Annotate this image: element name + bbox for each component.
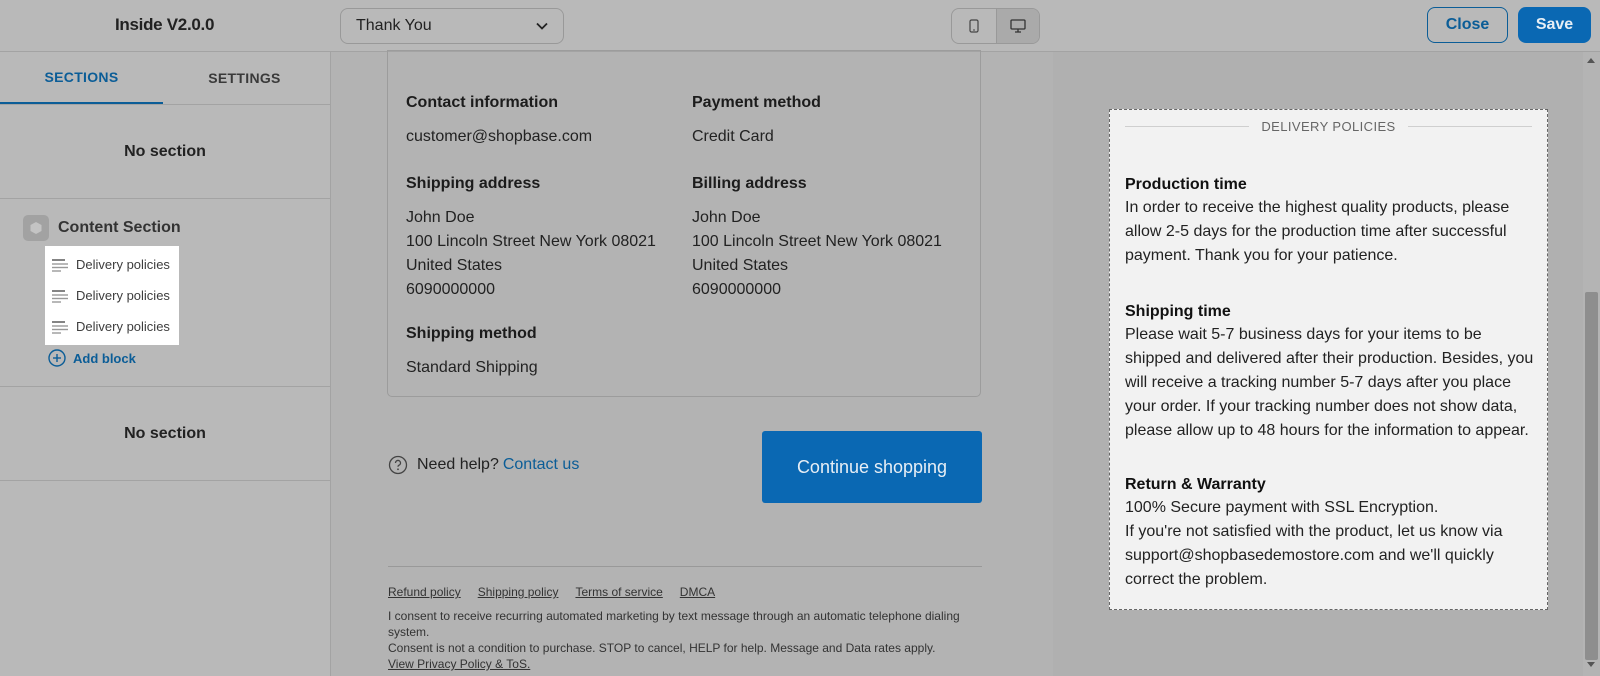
block-item-label: Delivery policies — [76, 257, 170, 272]
privacy-policy-link[interactable]: View Privacy Policy & ToS. — [388, 657, 530, 671]
policy-body: If you're not satisfied with the product… — [1125, 523, 1503, 588]
policy-body: 100% Secure payment with SSL Encryption. — [1125, 499, 1439, 516]
policy-body: In order to receive the highest quality … — [1125, 199, 1510, 264]
divider — [1407, 126, 1532, 127]
production-time-section: Production time In order to receive the … — [1125, 173, 1535, 268]
billing-address-line: United States — [692, 257, 789, 274]
refund-policy-link[interactable]: Refund policy — [388, 585, 461, 599]
no-section-bottom[interactable]: No section — [0, 387, 330, 481]
payment-heading: Payment method — [692, 94, 821, 111]
scroll-down-arrow-icon[interactable] — [1587, 662, 1595, 667]
text-block-icon — [51, 289, 69, 303]
consent-text: I consent to receive recurring automated… — [388, 608, 988, 672]
policy-title: Return & Warranty — [1125, 476, 1266, 493]
consent-line: I consent to receive recurring automated… — [388, 609, 960, 639]
device-toggle — [951, 8, 1040, 44]
policy-heading-text: DELIVERY POLICIES — [1261, 119, 1396, 134]
policy-title: Production time — [1125, 176, 1247, 193]
billing-address: Billing address John Doe 100 Lincoln Str… — [692, 175, 942, 302]
block-item-label: Delivery policies — [76, 288, 170, 303]
close-button[interactable]: Close — [1427, 7, 1508, 43]
delivery-policies-block[interactable]: DELIVERY POLICIES Production time In ord… — [1109, 109, 1548, 610]
tab-sections[interactable]: SECTIONS — [0, 52, 163, 104]
policy-preview-panel: DELIVERY POLICIES Production time In ord… — [1053, 52, 1583, 676]
section-icon — [23, 215, 49, 241]
top-bar: Inside V2.0.0 Thank You Close Save — [0, 0, 1600, 52]
billing-address-line: 6090000000 — [692, 281, 781, 298]
scrollbar-thumb[interactable] — [1585, 292, 1598, 660]
content-section-title: Content Section — [58, 219, 181, 236]
terms-of-service-link[interactable]: Terms of service — [575, 585, 662, 599]
shipping-time-section: Shipping time Please wait 5-7 business d… — [1125, 300, 1535, 443]
desktop-icon — [1010, 19, 1026, 33]
shipping-address-heading: Shipping address — [406, 175, 541, 192]
return-warranty-section: Return & Warranty 100% Secure payment wi… — [1125, 473, 1535, 592]
plus-circle-icon — [48, 349, 66, 367]
order-details-card: Contact information customer@shopbase.co… — [387, 50, 981, 397]
billing-address-line: John Doe — [692, 209, 761, 226]
block-item[interactable]: Delivery policies — [45, 280, 179, 311]
scroll-up-arrow-icon[interactable] — [1587, 58, 1595, 63]
shipping-method-heading: Shipping method — [406, 325, 537, 342]
consent-line: Consent is not a condition to purchase. … — [388, 641, 936, 655]
shipping-address-line: John Doe — [406, 209, 475, 226]
shipping-address-line: 6090000000 — [406, 281, 495, 298]
text-block-icon — [51, 320, 69, 334]
contact-heading: Contact information — [406, 94, 558, 111]
help-icon — [388, 455, 408, 475]
add-block-button[interactable]: Add block — [48, 349, 136, 367]
contact-info: Contact information customer@shopbase.co… — [406, 94, 592, 149]
divider — [1125, 126, 1250, 127]
content-section-header[interactable]: Content Section — [23, 215, 181, 241]
text-block-icon — [51, 258, 69, 272]
block-item[interactable]: Delivery policies — [45, 311, 179, 342]
payment-info: Payment method Credit Card — [692, 94, 821, 149]
contact-value: customer@shopbase.com — [406, 128, 593, 145]
policy-title: Shipping time — [1125, 303, 1231, 320]
content-section: Content Section Delivery policies Delive… — [0, 199, 330, 387]
mobile-icon — [969, 19, 979, 33]
app-title: Inside V2.0.0 — [115, 15, 215, 34]
page-select-value: Thank You — [356, 17, 432, 34]
footer-links: Refund policy Shipping policy Terms of s… — [388, 585, 732, 599]
add-block-label: Add block — [73, 350, 136, 366]
save-button[interactable]: Save — [1518, 7, 1591, 43]
shipping-method: Shipping method Standard Shipping — [406, 325, 538, 380]
chevron-down-icon — [536, 22, 548, 30]
shipping-address-line: 100 Lincoln Street New York 08021 — [406, 233, 656, 250]
shipping-address-line: United States — [406, 257, 503, 274]
sidebar: SECTIONS SETTINGS No section Content Sec… — [0, 52, 331, 676]
scrollbar[interactable] — [1583, 52, 1600, 676]
billing-address-heading: Billing address — [692, 175, 807, 192]
desktop-view-button[interactable] — [995, 9, 1039, 43]
sidebar-tabs: SECTIONS SETTINGS — [0, 52, 330, 105]
footer-divider — [388, 566, 982, 567]
block-item[interactable]: Delivery policies — [45, 249, 179, 280]
payment-value: Credit Card — [692, 128, 774, 145]
page-select[interactable]: Thank You — [340, 8, 564, 44]
shipping-address: Shipping address John Doe 100 Lincoln St… — [406, 175, 656, 302]
policy-heading: DELIVERY POLICIES — [1125, 119, 1532, 134]
no-section-top[interactable]: No section — [0, 105, 330, 199]
shipping-policy-link[interactable]: Shipping policy — [478, 585, 559, 599]
block-item-label: Delivery policies — [76, 319, 170, 334]
tab-settings[interactable]: SETTINGS — [163, 52, 326, 104]
contact-us-link[interactable]: Contact us — [503, 456, 579, 474]
continue-shopping-button[interactable]: Continue shopping — [762, 431, 982, 503]
preview-area: Contact information customer@shopbase.co… — [331, 50, 1053, 676]
help-row: Need help? Contact us — [388, 455, 579, 475]
shipping-method-value: Standard Shipping — [406, 359, 538, 376]
help-text: Need help? — [417, 456, 499, 473]
billing-address-line: 100 Lincoln Street New York 08021 — [692, 233, 942, 250]
policy-body: Please wait 5-7 business days for your i… — [1125, 326, 1534, 439]
block-list: Delivery policies Delivery policies Deli… — [45, 246, 179, 345]
dmca-link[interactable]: DMCA — [680, 585, 715, 599]
mobile-view-button[interactable] — [952, 9, 996, 43]
